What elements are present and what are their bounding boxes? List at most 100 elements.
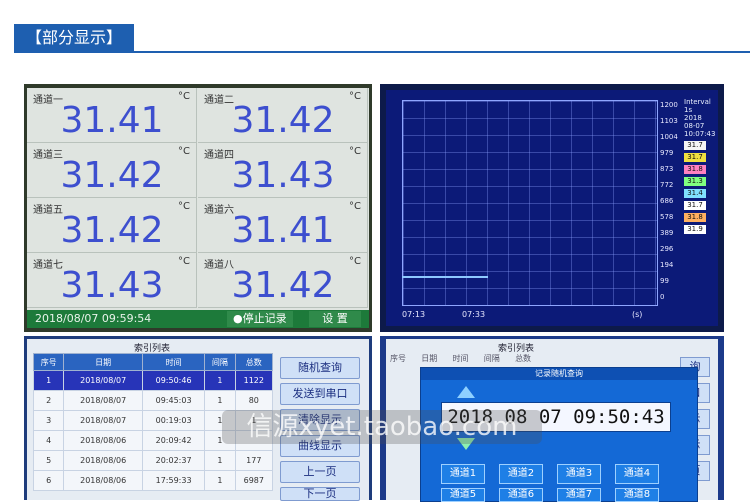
table-row[interactable]: 1 2018/08/07 09:50:46 1 1122 — [32, 370, 274, 391]
column-header: 时间 — [141, 353, 206, 371]
channel-button-4[interactable]: 通道4 — [615, 464, 659, 484]
trend-trace — [402, 276, 488, 278]
y-tick-label: 194 — [660, 261, 674, 269]
y-tick-label: 1200 — [660, 101, 678, 109]
table-cell: 80 — [234, 390, 274, 411]
channel-button-2[interactable]: 通道2 — [499, 464, 543, 484]
table-cell: 4 — [32, 430, 65, 451]
channel-chip: 31.9 — [684, 225, 706, 234]
section-header: 【部分显示】 — [0, 0, 750, 56]
interval-label: Interval — [684, 98, 711, 106]
table-cell: 2 — [32, 390, 65, 411]
table-row[interactable]: 5 2018/08/06 20:02:37 1 177 — [32, 450, 274, 471]
y-tick-label: 1004 — [660, 133, 678, 141]
next-page-button[interactable]: 下一页 — [280, 487, 360, 501]
settings-button[interactable]: 设 置 — [309, 311, 361, 327]
trend-time: 10:07:43 — [684, 130, 716, 138]
y-tick-label: 979 — [660, 149, 674, 157]
channel-chip: 31.7 — [684, 141, 706, 150]
y-tick-label: 578 — [660, 213, 674, 221]
table-cell: 2018/08/07 — [63, 390, 143, 411]
trend-sidebar: Interval 1s 2018 08-07 10:07:43 31.7 31.7… — [684, 98, 716, 308]
channel-chip: 31.7 — [684, 153, 706, 162]
table-cell: 5 — [32, 450, 65, 471]
bg-column-header: 间隔 — [483, 354, 500, 363]
trend-screen: 1200 1103 1004 979 873 772 686 578 389 296 194 99 0 … — [386, 90, 718, 326]
table-cell: 09:45:03 — [141, 390, 206, 411]
section-title: 【部分显示】 — [14, 24, 135, 52]
table-cell: 1122 — [234, 370, 274, 391]
column-header: 间隔 — [204, 353, 236, 371]
channel-cell-7: 通道七 °C 31.43 — [27, 253, 197, 308]
channel-chip: 31.7 — [684, 201, 706, 210]
table-cell: 17:59:33 — [141, 470, 206, 491]
column-header: 序号 — [32, 353, 65, 371]
increment-arrow-icon[interactable] — [457, 386, 475, 398]
bg-column-header: 日期 — [421, 354, 438, 363]
channel-value: 31.42 — [60, 155, 164, 196]
channel-cell-5: 通道五 °C 31.42 — [27, 198, 197, 253]
bg-column-header: 序号 — [390, 354, 406, 363]
y-tick-label: 1103 — [660, 117, 678, 125]
channel-button-3[interactable]: 通道3 — [557, 464, 601, 484]
channel-chips: 31.7 31.7 31.8 31.3 31.4 31.7 31.8 31.9 — [684, 141, 716, 234]
channel-value: 31.42 — [60, 210, 164, 251]
trend-date: 2018 — [684, 114, 702, 122]
channel-value: 31.43 — [231, 155, 335, 196]
channel-cell-2: 通道二 °C 31.42 — [198, 88, 368, 143]
channel-display-panel: 通道一 °C 31.41 通道二 °C 31.42 通道三 °C 31.42 通… — [24, 84, 372, 332]
channel-value: 31.41 — [60, 100, 164, 141]
column-header: 日期 — [63, 353, 143, 371]
channel-cell-4: 通道四 °C 31.43 — [198, 143, 368, 198]
trend-graph-panel: 1200 1103 1004 979 873 772 686 578 389 296 194 99 0 … — [380, 84, 724, 332]
table-cell: 177 — [234, 450, 274, 471]
channel-chip: 31.4 — [684, 189, 706, 198]
channel-cell-3: 通道三 °C 31.42 — [27, 143, 197, 198]
table-cell: 6 — [32, 470, 65, 491]
bg-list-header: 序号 日期 时间 间隔 总数 — [390, 353, 620, 364]
stop-record-button[interactable]: ●停止记录 — [227, 311, 293, 327]
random-query-button[interactable]: 随机查询 — [280, 357, 360, 379]
prev-page-button[interactable]: 上一页 — [280, 461, 360, 483]
table-cell: 2018/08/06 — [63, 450, 143, 471]
x-label-start: 07:13 — [402, 310, 426, 319]
y-tick-label: 99 — [660, 277, 669, 285]
trend-date2: 08-07 — [684, 122, 705, 130]
table-row[interactable]: 6 2018/08/06 17:59:33 1 6987 — [32, 470, 274, 491]
table-cell: 2018/08/07 — [63, 410, 143, 431]
table-cell: 1 — [204, 470, 236, 491]
y-tick-label: 389 — [660, 229, 674, 237]
header-divider — [14, 51, 750, 53]
table-cell: 3 — [32, 410, 65, 431]
send-serial-button[interactable]: 发送到串口 — [280, 383, 360, 405]
channel-chip: 31.3 — [684, 177, 706, 186]
channel-chip: 31.8 — [684, 213, 706, 222]
table-cell: 2018/08/06 — [63, 430, 143, 451]
status-datetime: 2018/08/07 09:59:54 — [35, 312, 152, 325]
x-label-unit: (s) — [632, 310, 643, 319]
channel-button-1[interactable]: 通道1 — [441, 464, 485, 484]
table-cell: 1 — [204, 370, 236, 391]
y-tick-label: 296 — [660, 245, 674, 253]
channel-value: 31.42 — [231, 265, 335, 306]
watermark: 信源xyet.taobao.com — [222, 410, 542, 444]
channel-cell-6: 通道六 °C 31.41 — [198, 198, 368, 253]
bg-column-header: 时间 — [452, 354, 469, 363]
y-tick-label: 686 — [660, 197, 674, 205]
table-cell: 20:09:42 — [141, 430, 206, 451]
channel-value: 31.43 — [60, 265, 164, 306]
table-cell: 1 — [204, 390, 236, 411]
table-cell: 6987 — [234, 470, 274, 491]
table-row[interactable]: 2 2018/08/07 09:45:03 1 80 — [32, 390, 274, 411]
channel-value: 31.41 — [231, 210, 335, 251]
y-axis-ticks: 1200 1103 1004 979 873 772 686 578 389 296 194 99 0 — [660, 98, 682, 308]
table-cell: 2018/08/07 — [63, 370, 143, 391]
table-cell: 09:50:46 — [141, 370, 206, 391]
table-header-row: 序号 日期 时间 间隔 总数 — [32, 353, 274, 371]
y-tick-label: 772 — [660, 181, 674, 189]
table-cell: 1 — [32, 370, 65, 391]
channel-cell-8: 通道八 °C 31.42 — [198, 253, 368, 308]
status-bar: 2018/08/07 09:59:54 ●停止记录 设 置 — [27, 310, 369, 328]
channel-cell-1: 通道一 °C 31.41 — [27, 88, 197, 143]
x-label-mid: 07:33 — [462, 310, 486, 319]
